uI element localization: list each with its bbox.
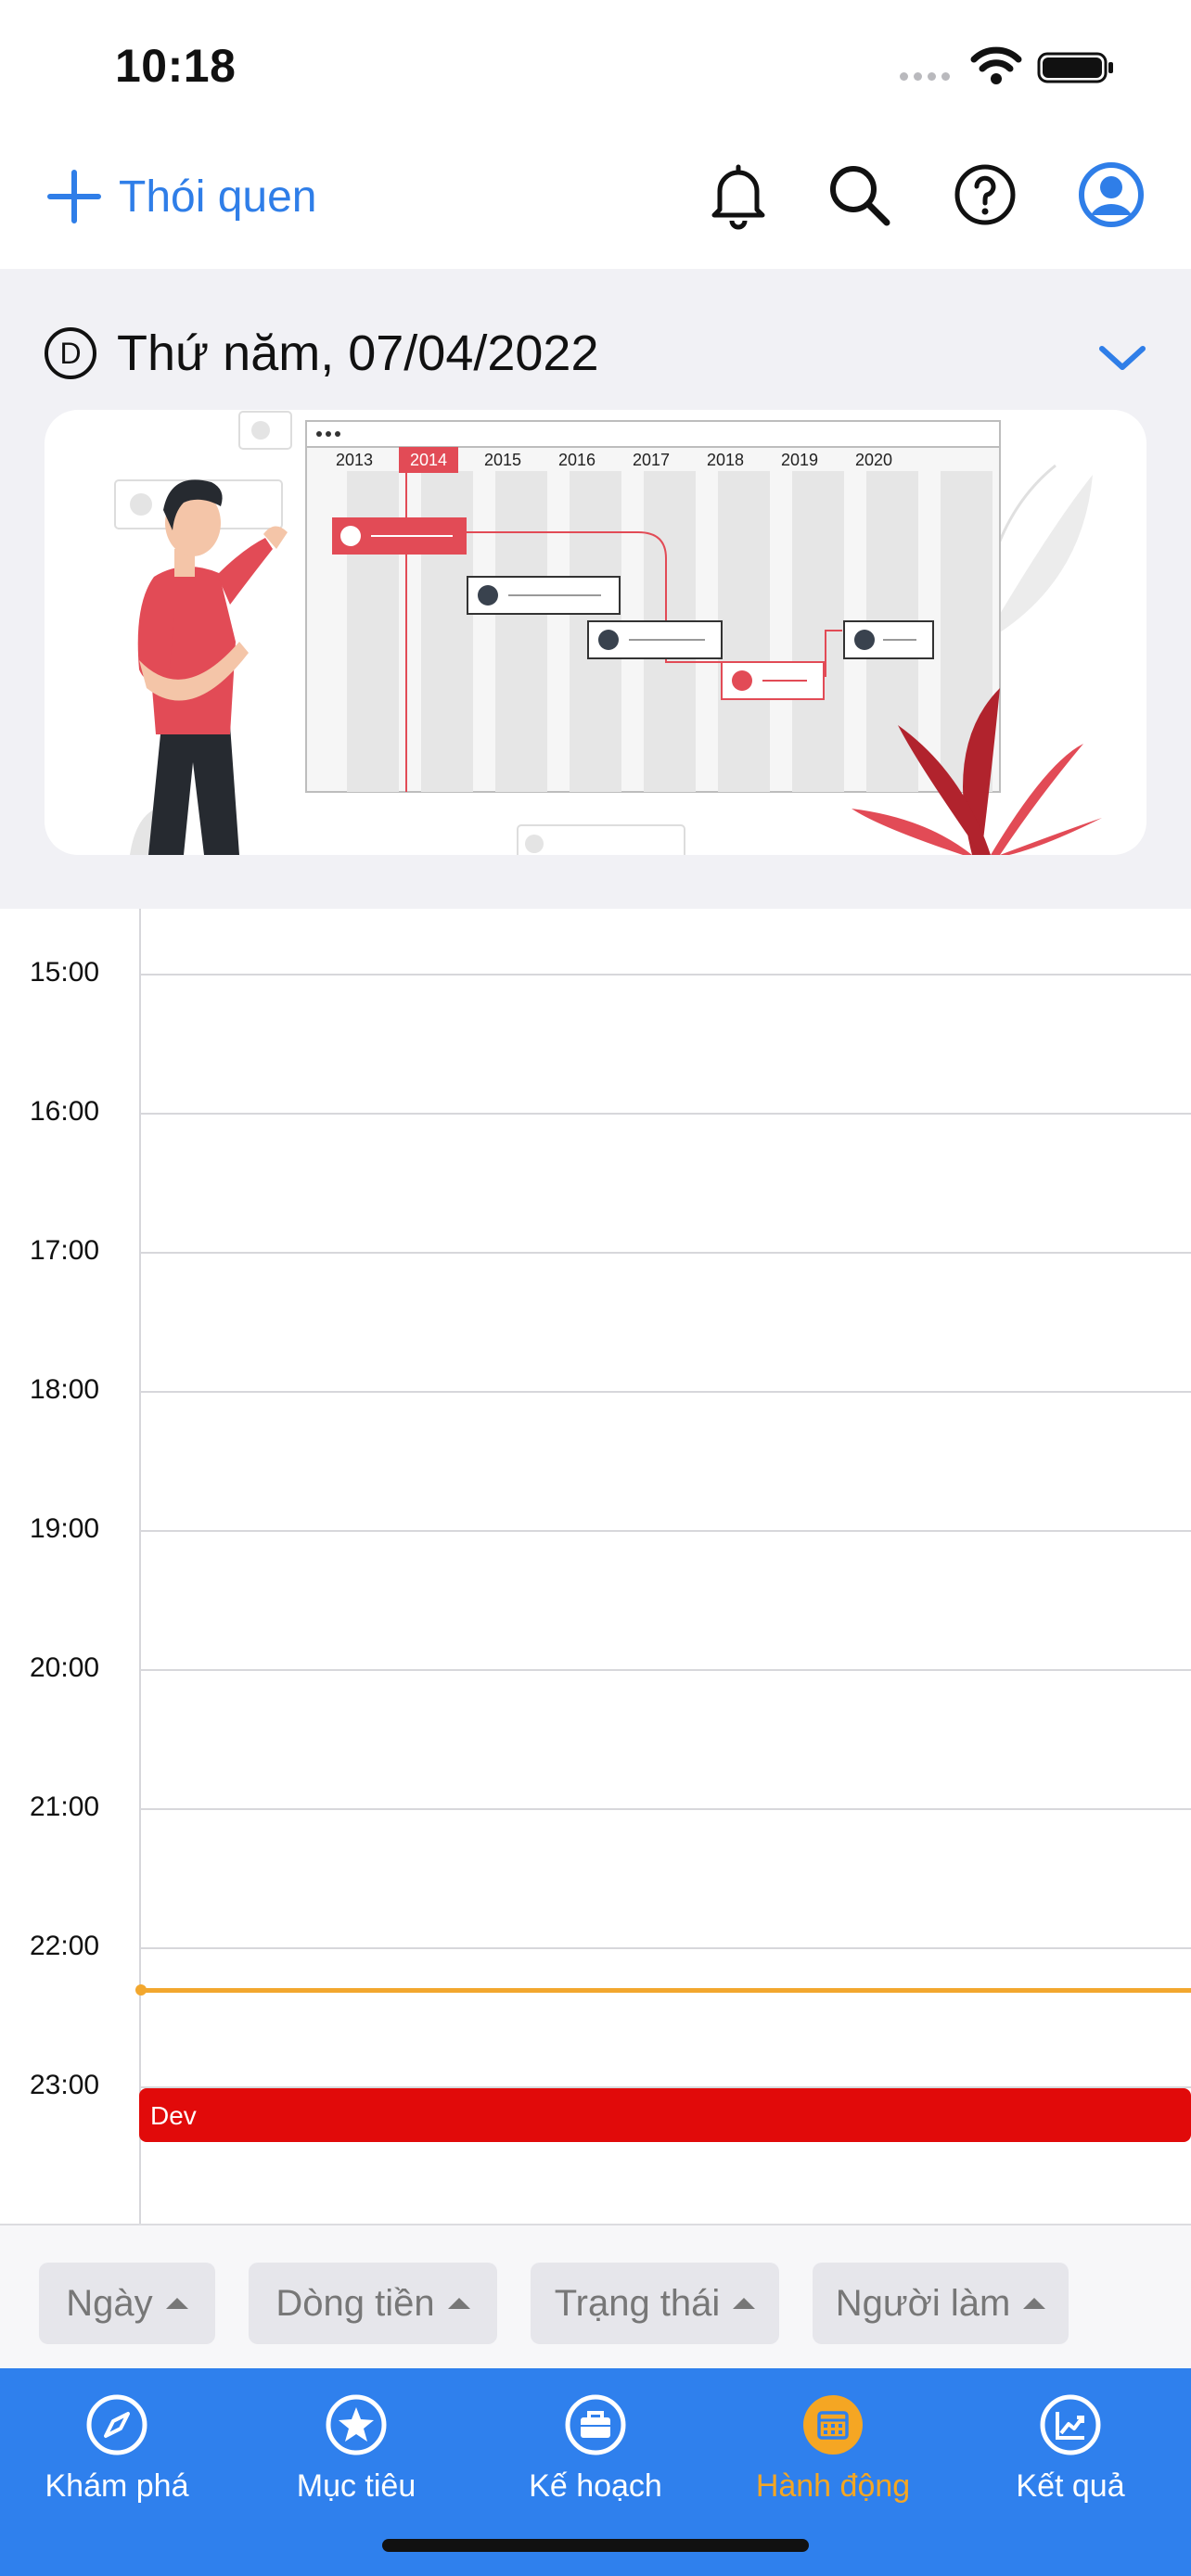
filter-status[interactable]: Trạng thái <box>531 2263 779 2344</box>
wifi-icon <box>970 46 1022 84</box>
sort-up-icon <box>1023 2298 1046 2309</box>
date-selector[interactable]: D Thứ năm, 07/04/2022 <box>45 325 599 382</box>
header: Thói quen <box>0 130 1191 269</box>
chevron-down-icon[interactable] <box>1095 339 1150 376</box>
tab-results[interactable]: Kết quả <box>968 2392 1172 2505</box>
sort-up-icon <box>733 2298 756 2309</box>
briefcase-icon <box>565 2394 626 2455</box>
current-time-line <box>139 1988 1191 1993</box>
tab-explore[interactable]: Khám phá <box>15 2392 219 2505</box>
timeline-year-label: 2017 <box>633 451 670 469</box>
hour-row: 18:00 <box>0 1374 1191 1405</box>
filter-status-label: Trạng thái <box>554 2282 721 2324</box>
hour-row: 22:00 <box>0 1931 1191 1961</box>
hour-gridline <box>139 974 1191 976</box>
hour-gridline <box>139 1391 1191 1393</box>
day-badge: D <box>45 327 96 379</box>
filter-cashflow-label: Dòng tiền <box>275 2282 435 2324</box>
tab-goals[interactable]: Mục tiêu <box>254 2392 458 2505</box>
tab-results-label: Kết quả <box>1016 2468 1125 2504</box>
day-calendar[interactable]: 15:00 16:00 17:00 18:00 19:00 20:00 21:00 22:00… <box>0 909 1191 2225</box>
star-icon <box>326 2394 387 2455</box>
calendar-event[interactable]: Dev <box>139 2088 1191 2142</box>
timeline-year-label: 2015 <box>484 451 521 469</box>
hour-label: 19:00 <box>30 1513 100 1544</box>
hour-label: 18:00 <box>30 1374 100 1405</box>
timeline-year-label: 2013 <box>336 451 373 469</box>
home-indicator <box>382 2539 809 2552</box>
chart-icon <box>1040 2394 1101 2455</box>
filter-cashflow[interactable]: Dòng tiền <box>249 2263 497 2344</box>
plus-icon <box>47 170 101 223</box>
filter-assignee-label: Người làm <box>835 2282 1011 2324</box>
timeline-year-label: 2014 <box>410 451 447 469</box>
date-label: Thứ năm, 07/04/2022 <box>117 325 599 381</box>
filter-date-label: Ngày <box>66 2282 153 2324</box>
tab-plans[interactable]: Kế hoạch <box>493 2392 698 2505</box>
hour-gridline <box>139 1530 1191 1532</box>
tab-plans-label: Kế hoạch <box>529 2468 662 2504</box>
sort-up-icon <box>447 2298 470 2309</box>
hour-label: 20:00 <box>30 1652 100 1683</box>
cellular-signal-icon <box>900 72 950 81</box>
time-gutter-divider <box>139 909 141 2225</box>
date-section: D Thứ năm, 07/04/2022 2013 2014 2015 201… <box>0 269 1191 909</box>
header-title: Thói quen <box>119 172 317 222</box>
calendar-icon <box>803 2395 863 2455</box>
add-habit-button[interactable]: Thói quen <box>45 167 317 226</box>
hour-row: 17:00 <box>0 1235 1191 1266</box>
hour-row: 19:00 <box>0 1513 1191 1544</box>
hour-label: 17:00 <box>30 1235 100 1266</box>
battery-icon <box>1037 52 1113 83</box>
hour-row: 15:00 <box>0 957 1191 988</box>
hour-label: 23:00 <box>30 2070 100 2100</box>
tab-goals-label: Mục tiêu <box>296 2468 416 2504</box>
hour-gridline <box>139 1808 1191 1810</box>
hour-row: 20:00 <box>0 1652 1191 1683</box>
hour-label: 21:00 <box>30 1792 100 1822</box>
filter-bar: Ngày Dòng tiền Trạng thái Người làm <box>0 2225 1191 2368</box>
status-bar: 10:18 <box>0 0 1191 130</box>
sort-up-icon <box>165 2298 188 2309</box>
timeline-year-label: 2016 <box>558 451 596 469</box>
tab-actions-label: Hành động <box>755 2468 911 2504</box>
hour-label: 15:00 <box>30 957 100 988</box>
hour-gridline <box>139 1113 1191 1115</box>
timeline-illustration-graphic: 2013 2014 2015 2016 2017 2018 2019 2020 <box>114 411 1102 855</box>
status-time: 10:18 <box>115 40 237 92</box>
timeline-year-label: 2018 <box>707 451 744 469</box>
hour-row: 16:00 <box>0 1096 1191 1127</box>
tab-explore-label: Khám phá <box>45 2468 189 2504</box>
help-icon[interactable] <box>948 158 1022 232</box>
presenter-figure <box>130 479 288 855</box>
timeline-year-label: 2019 <box>781 451 818 469</box>
compass-icon <box>86 2394 147 2455</box>
profile-icon[interactable] <box>1074 158 1148 232</box>
search-icon[interactable] <box>822 158 896 232</box>
tab-actions[interactable]: Hành động <box>731 2392 935 2505</box>
hour-label: 16:00 <box>30 1096 100 1127</box>
hour-row: 21:00 <box>0 1792 1191 1822</box>
hour-label: 22:00 <box>30 1931 100 1961</box>
timeline-year-label: 2020 <box>855 451 892 469</box>
filter-assignee[interactable]: Người làm <box>813 2263 1069 2344</box>
bell-icon[interactable] <box>701 158 775 232</box>
hour-gridline <box>139 1947 1191 1949</box>
filter-date[interactable]: Ngày <box>39 2263 215 2344</box>
hour-gridline <box>139 1252 1191 1254</box>
hour-gridline <box>139 1669 1191 1671</box>
timeline-illustration: 2013 2014 2015 2016 2017 2018 2019 2020 <box>45 410 1146 855</box>
